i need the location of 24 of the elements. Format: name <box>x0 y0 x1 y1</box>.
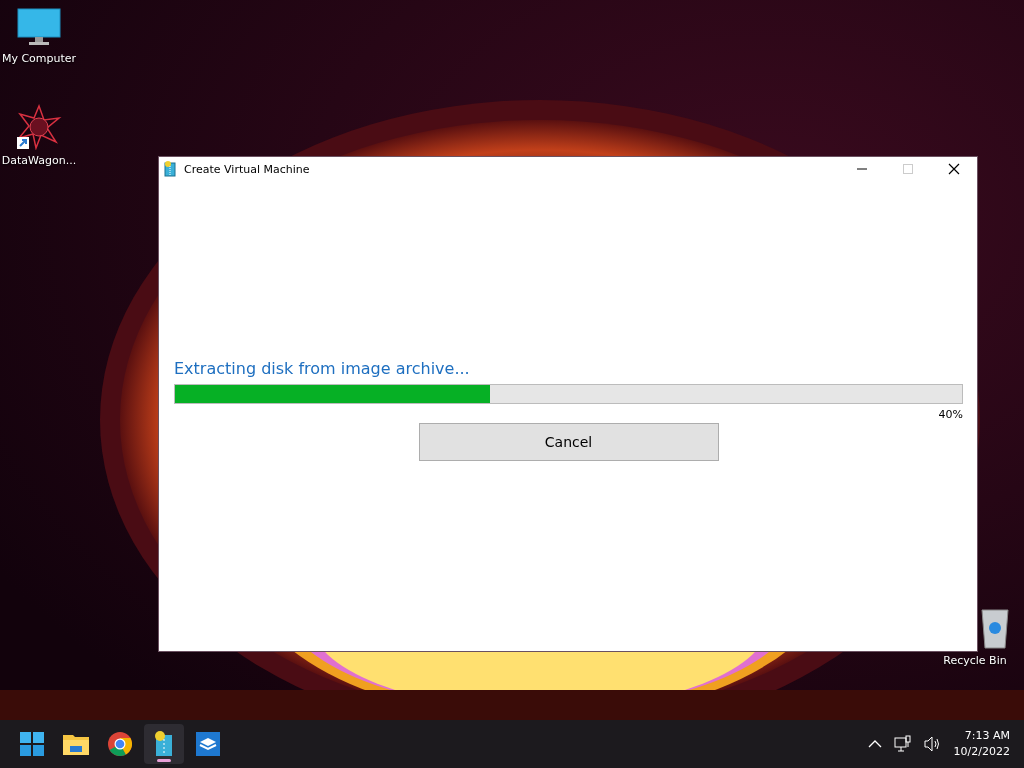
sandbox-icon <box>196 732 220 756</box>
recycle-bin-icon[interactable] <box>978 606 1012 650</box>
archive-icon <box>154 731 174 757</box>
icon-label[interactable]: My Computer <box>1 52 77 65</box>
icon-label[interactable]: DataWagon... <box>1 154 77 167</box>
archive-icon <box>164 161 176 177</box>
star-shortcut-icon[interactable] <box>16 104 62 150</box>
cancel-button[interactable]: Cancel <box>418 423 719 461</box>
status-message: Extracting disk from image archive... <box>174 359 471 378</box>
progress-percent: 40% <box>938 408 963 421</box>
active-indicator <box>157 759 171 762</box>
window-title: Create Virtual Machine <box>184 162 310 176</box>
time-text: 7:13 AM <box>964 728 1010 744</box>
taskbar-button[interactable] <box>144 724 184 764</box>
windows-logo-icon <box>20 732 44 756</box>
network-icon[interactable] <box>893 735 912 753</box>
chevron-up-icon[interactable] <box>867 739 882 749</box>
folder-icon <box>63 733 89 755</box>
monitor-icon[interactable] <box>17 8 61 48</box>
browser-icon <box>108 732 132 756</box>
speaker-icon[interactable] <box>923 736 942 752</box>
date-text: 10/2/2022 <box>953 744 1010 760</box>
icon-label[interactable]: Recycle Bin <box>943 654 1007 667</box>
clock[interactable]: 7:13 AM 10/2/2022 <box>953 728 1010 760</box>
